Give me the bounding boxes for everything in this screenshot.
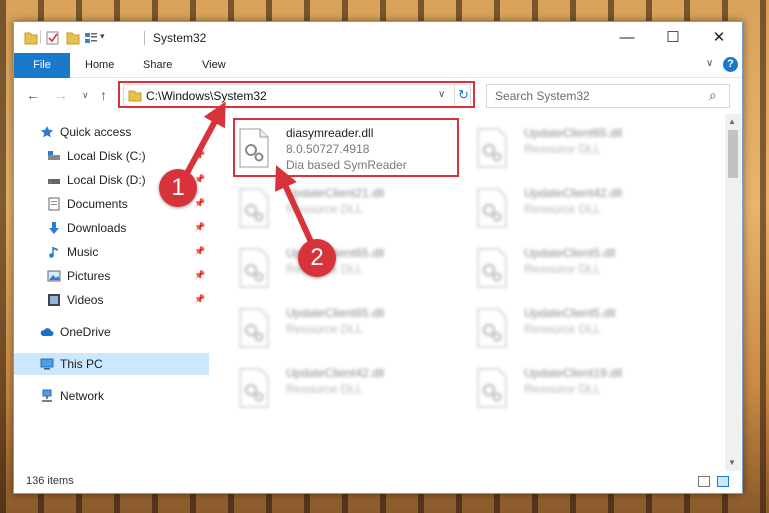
search-input[interactable]: Search System32 bbox=[495, 89, 590, 103]
dll-file-icon bbox=[477, 188, 507, 228]
sidebar-item-onedrive[interactable]: OneDrive bbox=[40, 321, 200, 343]
tab-home[interactable]: Home bbox=[85, 53, 114, 77]
file-description: Resource DLL bbox=[524, 142, 601, 156]
close-button[interactable]: ✕ bbox=[696, 22, 742, 53]
file-description: Resource DLL bbox=[286, 322, 363, 336]
pin-icon[interactable]: 📌 bbox=[194, 246, 205, 257]
up-button[interactable]: ↑ bbox=[100, 87, 107, 103]
file-item[interactable]: UpdateClient19.dll Resource DLL bbox=[476, 364, 711, 416]
file-name: UpdateClient65.dll bbox=[524, 126, 623, 140]
new-folder-icon[interactable] bbox=[66, 30, 80, 46]
dll-file-icon bbox=[239, 248, 269, 288]
title-bar: ▾ System32 — ☐ ✕ bbox=[14, 22, 742, 53]
dll-file-icon bbox=[477, 308, 507, 348]
tab-view[interactable]: View bbox=[202, 53, 226, 77]
file-item[interactable]: UpdateClient21.dll Resource DLL bbox=[238, 184, 473, 236]
pictures-icon bbox=[47, 270, 61, 282]
file-description: Resource DLL bbox=[524, 322, 601, 336]
dll-file-icon bbox=[239, 368, 269, 408]
sidebar-item-network[interactable]: Network bbox=[40, 385, 200, 407]
dll-file-icon bbox=[477, 368, 507, 408]
status-bar: 136 items bbox=[14, 471, 742, 493]
large-icons-view-icon[interactable] bbox=[717, 476, 729, 487]
file-description: Resource DLL bbox=[286, 382, 363, 396]
file-name: UpdateClient5.dll bbox=[524, 306, 616, 320]
download-icon bbox=[49, 222, 59, 234]
ribbon-tabs: File Home Share View ∨ ? bbox=[14, 53, 742, 105]
properties-icon[interactable] bbox=[46, 30, 60, 46]
details-view-icon[interactable] bbox=[698, 476, 710, 487]
address-highlight-box bbox=[118, 81, 475, 108]
file-name: UpdateClient42.dll bbox=[524, 186, 623, 200]
file-item[interactable]: UpdateClient65.dll Resource DLL bbox=[238, 304, 473, 356]
documents-icon bbox=[48, 197, 60, 211]
sidebar-item-local-disk-c[interactable]: Local Disk (C:) bbox=[47, 145, 207, 167]
minimize-button[interactable]: — bbox=[604, 22, 650, 53]
file-name: UpdateClient42.dll bbox=[286, 366, 385, 380]
music-icon bbox=[49, 247, 58, 258]
dll-file-icon bbox=[239, 188, 269, 228]
dll-file-icon bbox=[477, 248, 507, 288]
computer-icon bbox=[40, 358, 54, 370]
dll-file-icon bbox=[477, 128, 507, 168]
item-count: 136 items bbox=[26, 475, 74, 487]
sidebar-item-downloads[interactable]: Downloads bbox=[47, 217, 207, 239]
maximize-button[interactable]: ☐ bbox=[650, 22, 696, 53]
search-icon[interactable]: ⌕ bbox=[709, 87, 717, 104]
file-highlight-box bbox=[233, 118, 459, 177]
scrollbar-thumb[interactable] bbox=[728, 130, 738, 178]
title-separator bbox=[144, 31, 145, 45]
file-item[interactable]: UpdateClient65.dll Resource DLL bbox=[238, 244, 473, 296]
recent-locations-button[interactable]: ∨ bbox=[82, 90, 89, 101]
file-item[interactable]: UpdateClient42.dll Resource DLL bbox=[476, 184, 711, 236]
pin-icon[interactable]: 📌 bbox=[194, 270, 205, 281]
callout-step-1: 1 bbox=[159, 169, 197, 207]
file-name: UpdateClient65.dll bbox=[286, 306, 385, 320]
help-icon[interactable]: ? bbox=[723, 57, 738, 72]
file-description: Resource DLL bbox=[524, 262, 601, 276]
drive-icon bbox=[48, 151, 60, 160]
quick-access-dropdown-icon[interactable]: ▾ bbox=[100, 31, 105, 42]
file-name: UpdateClient19.dll bbox=[524, 366, 623, 380]
navigation-pane: Quick access Local Disk (C:) Local Disk … bbox=[14, 114, 209, 471]
window-title: System32 bbox=[153, 31, 207, 45]
tab-share[interactable]: Share bbox=[143, 53, 172, 77]
sidebar-item-music[interactable]: Music bbox=[47, 241, 207, 263]
expand-ribbon-icon[interactable]: ∨ bbox=[706, 58, 713, 69]
file-item[interactable]: UpdateClient5.dll Resource DLL bbox=[476, 304, 711, 356]
search-box[interactable]: Search System32 ⌕ bbox=[486, 84, 730, 108]
callout-step-2: 2 bbox=[298, 239, 336, 277]
pin-icon[interactable]: 📌 bbox=[194, 294, 205, 305]
videos-icon bbox=[48, 294, 60, 306]
file-description: Resource DLL bbox=[524, 382, 601, 396]
customize-quick-access-icon[interactable] bbox=[84, 30, 98, 46]
file-item[interactable]: UpdateClient65.dll Resource DLL bbox=[476, 124, 711, 176]
cloud-icon bbox=[40, 328, 54, 336]
pin-icon[interactable]: 📌 bbox=[194, 150, 205, 161]
drive-icon bbox=[48, 179, 60, 184]
dll-file-icon bbox=[239, 308, 269, 348]
file-item[interactable]: UpdateClient5.dll Resource DLL bbox=[476, 244, 711, 296]
folder-icon bbox=[24, 32, 38, 45]
star-icon bbox=[41, 126, 53, 138]
sidebar-item-this-pc[interactable]: This PC bbox=[14, 353, 209, 375]
sidebar-item-videos[interactable]: Videos bbox=[47, 289, 207, 311]
file-description: Resource DLL bbox=[524, 202, 601, 216]
file-name: UpdateClient5.dll bbox=[524, 246, 616, 260]
sidebar-item-pictures[interactable]: Pictures bbox=[47, 265, 207, 287]
scroll-up-icon[interactable]: ▲ bbox=[728, 117, 736, 126]
back-button[interactable]: ← bbox=[26, 87, 40, 103]
file-item[interactable]: UpdateClient42.dll Resource DLL bbox=[238, 364, 473, 416]
vertical-scrollbar[interactable]: ▲ ▼ bbox=[725, 114, 741, 471]
pin-icon[interactable]: 📌 bbox=[194, 222, 205, 233]
pin-icon[interactable]: 📌 bbox=[194, 198, 205, 209]
network-icon bbox=[42, 389, 52, 402]
sidebar-item-quick-access[interactable]: Quick access bbox=[40, 121, 200, 143]
file-description: Resource DLL bbox=[286, 202, 363, 216]
scroll-down-icon[interactable]: ▼ bbox=[728, 458, 736, 467]
forward-button[interactable]: → bbox=[54, 87, 68, 103]
file-name: UpdateClient21.dll bbox=[286, 186, 385, 200]
